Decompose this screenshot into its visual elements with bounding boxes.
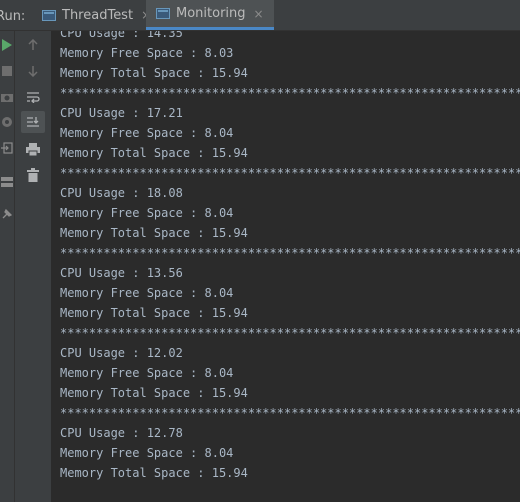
- console-line: Memory Total Space : 15.94: [60, 226, 248, 240]
- separator-line: ****************************************…: [60, 166, 520, 180]
- console-line: Memory Free Space : 8.04: [60, 286, 234, 300]
- layout-icon[interactable]: [0, 173, 14, 191]
- tab-label: Monitoring: [176, 6, 246, 21]
- console-line: CPU Usage : 13.56: [60, 266, 183, 280]
- stop-icon[interactable]: [0, 62, 14, 80]
- console-line: CPU Usage : 17.21: [60, 106, 183, 120]
- tab-threadtest[interactable]: ThreadTest ×: [42, 0, 151, 30]
- console-line: Memory Free Space : 8.04: [60, 206, 234, 220]
- run-label: Run:: [0, 9, 26, 24]
- console-output[interactable]: CPU Usage : 14.35 Memory Free Space : 8.0…: [52, 31, 520, 502]
- console-lines: CPU Usage : 14.35 Memory Free Space : 8.0…: [60, 31, 520, 483]
- settings-icon[interactable]: [0, 113, 14, 131]
- run-icon[interactable]: [0, 36, 14, 54]
- console-line: Memory Free Space : 8.04: [60, 126, 234, 140]
- console-line: Memory Free Space : 8.04: [60, 366, 234, 380]
- console-line: Memory Total Space : 15.94: [60, 466, 248, 480]
- close-icon[interactable]: ×: [254, 7, 264, 21]
- console-line: Memory Total Space : 15.94: [60, 146, 248, 160]
- trash-icon[interactable]: [15, 165, 51, 185]
- scroll-to-end-icon[interactable]: [21, 111, 45, 133]
- tab-label: ThreadTest: [62, 7, 134, 23]
- arrow-down-icon[interactable]: [15, 61, 51, 81]
- separator-line: ****************************************…: [60, 246, 520, 260]
- soft-wrap-icon[interactable]: [15, 87, 51, 107]
- console-line: Memory Total Space : 15.94: [60, 66, 248, 80]
- left-action-strip: [0, 31, 15, 502]
- separator-line: ****************************************…: [60, 406, 520, 420]
- login-icon[interactable]: [0, 139, 14, 157]
- print-icon[interactable]: [15, 139, 51, 159]
- arrow-up-icon[interactable]: [15, 35, 51, 55]
- console-line: CPU Usage : 18.08: [60, 186, 183, 200]
- pin-icon[interactable]: [0, 205, 14, 223]
- separator-line: ****************************************…: [60, 326, 520, 340]
- console-line: Memory Free Space : 8.03: [60, 46, 234, 60]
- console-line: Memory Total Space : 15.94: [60, 306, 248, 320]
- run-config-icon: [156, 8, 170, 19]
- camera-icon[interactable]: [0, 88, 14, 106]
- run-tool-window-header: Run: ThreadTest × Monitoring ×: [0, 0, 520, 31]
- console-line: CPU Usage : 14.35: [60, 31, 183, 40]
- console-line: Memory Free Space : 8.04: [60, 446, 234, 460]
- tab-monitoring[interactable]: Monitoring ×: [146, 0, 274, 30]
- console-line: Memory Total Space : 15.94: [60, 386, 248, 400]
- console-line: CPU Usage : 12.02: [60, 346, 183, 360]
- separator-line: ****************************************…: [60, 86, 520, 100]
- console-line: CPU Usage : 12.78: [60, 426, 183, 440]
- run-config-icon: [42, 9, 56, 21]
- console-toolbar: [15, 31, 52, 502]
